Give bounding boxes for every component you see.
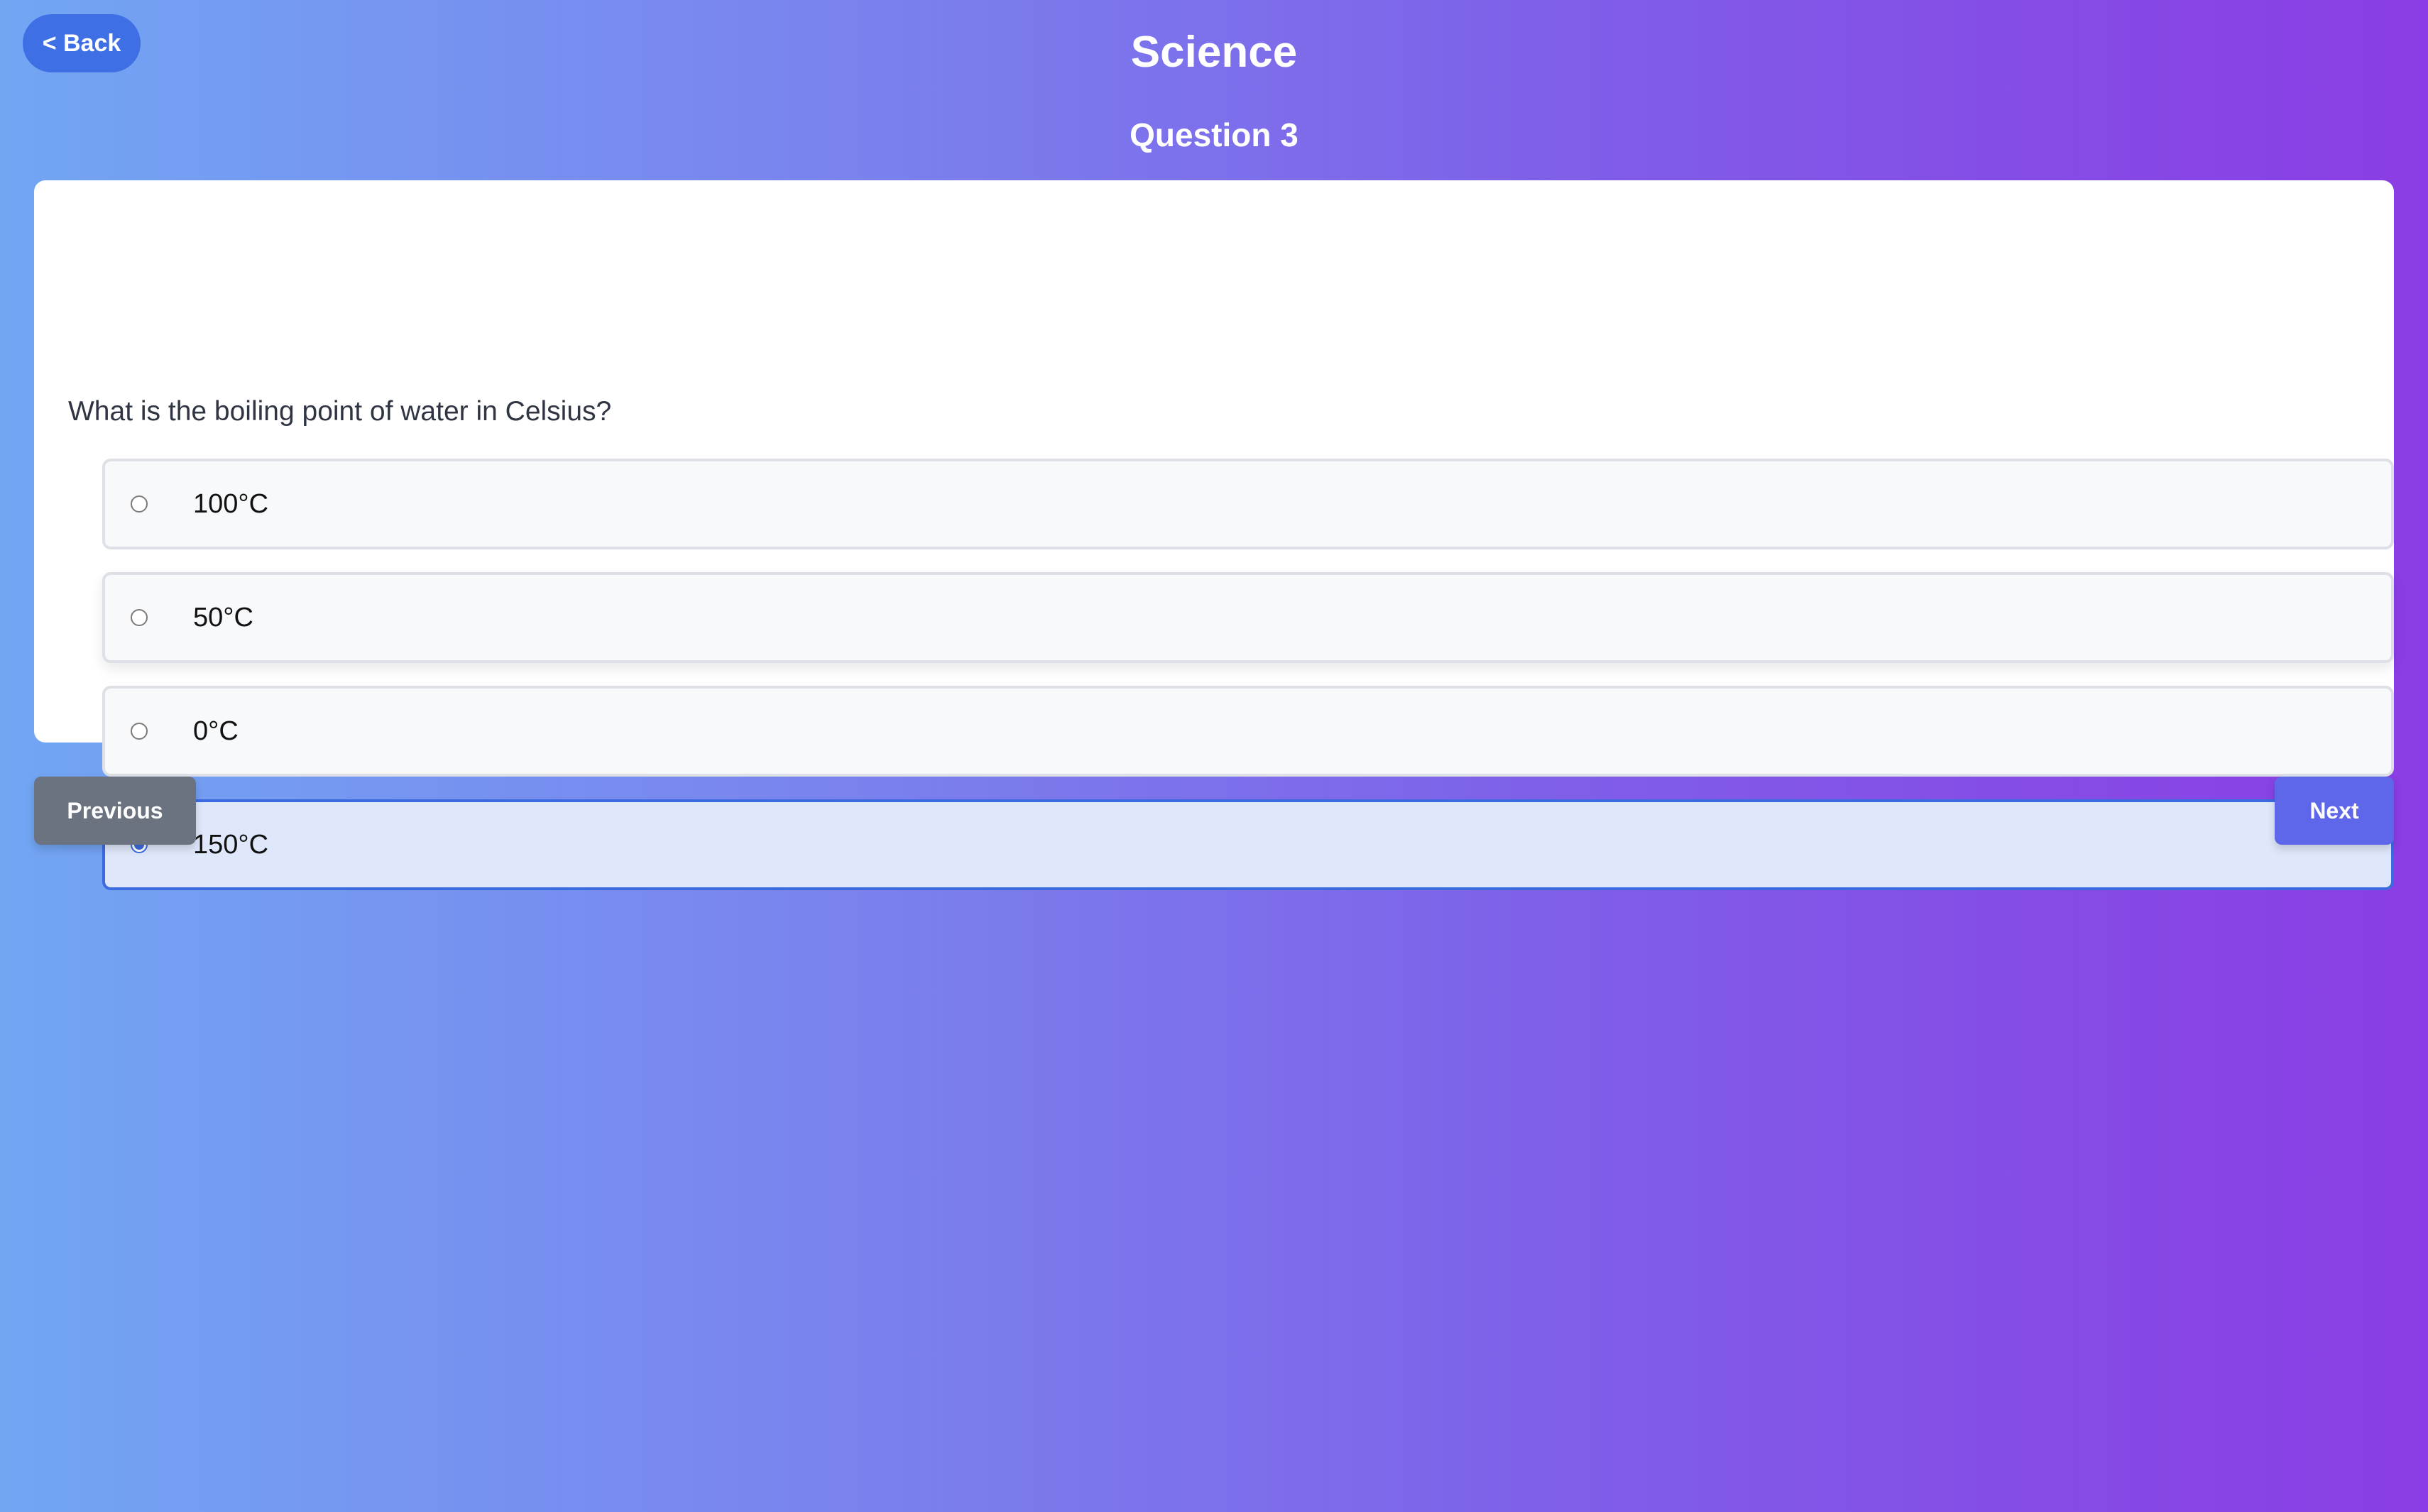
answer-option-100c[interactable]: 100°C (102, 459, 2394, 549)
answer-option-50c[interactable]: 50°C (102, 572, 2394, 663)
page-title: Science (1130, 28, 1298, 77)
previous-button[interactable]: Previous (34, 777, 196, 845)
question-card: What is the boiling point of water in Ce… (34, 180, 2394, 890)
radio-button[interactable] (131, 609, 148, 626)
answer-option-label: 100°C (193, 489, 269, 519)
answer-option-label: 0°C (193, 716, 239, 746)
next-button[interactable]: Next (2275, 777, 2394, 845)
answer-option-label: 150°C (193, 830, 269, 860)
question-number: Question 3 (1130, 116, 1298, 153)
radio-button[interactable] (131, 723, 148, 740)
question-text: What is the boiling point of water in Ce… (68, 396, 612, 427)
radio-button[interactable] (131, 495, 148, 513)
answer-option-label: 50°C (193, 603, 253, 632)
answer-option-150c[interactable]: 150°C (102, 799, 2394, 890)
answer-option-0c[interactable]: 0°C (102, 686, 2394, 777)
